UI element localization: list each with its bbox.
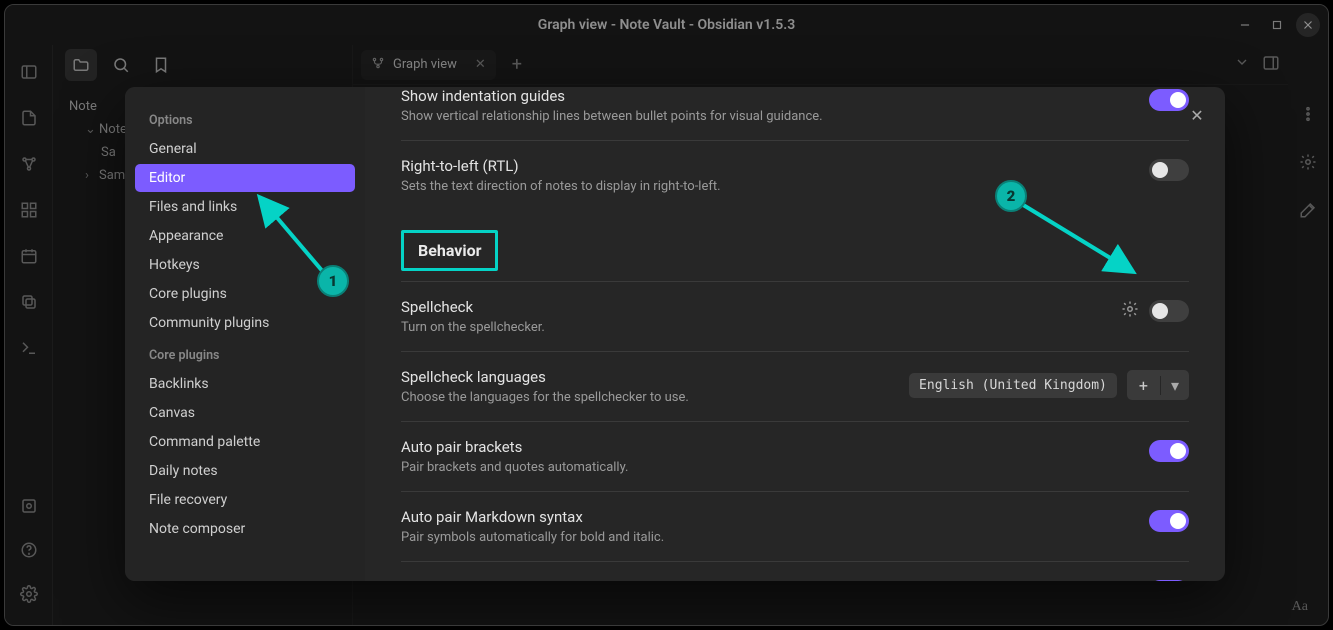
nav-files[interactable]: Files and links <box>135 193 355 221</box>
nav-appearance[interactable]: Appearance <box>135 222 355 250</box>
toggle-smart-indent[interactable] <box>1149 580 1189 581</box>
nav-file-recovery[interactable]: File recovery <box>135 486 355 514</box>
nav-command-palette[interactable]: Command palette <box>135 428 355 456</box>
spellcheck-gear-icon[interactable] <box>1121 300 1139 322</box>
setting-desc: Choose the languages for the spellchecke… <box>401 390 909 405</box>
toggle-rtl[interactable] <box>1149 159 1189 181</box>
toggle-indentation-guides[interactable] <box>1149 89 1189 111</box>
toggle-auto-pair-brackets[interactable] <box>1149 440 1189 462</box>
setting-smart-indent: Smart indent lists Automatically set ind… <box>401 561 1189 581</box>
setting-desc: Sets the text direction of notes to disp… <box>401 179 1149 194</box>
setting-spellcheck-languages: Spellcheck languages Choose the language… <box>401 351 1189 421</box>
annotation-callout-1: 1 <box>317 265 349 297</box>
setting-desc: Turn on the spellchecker. <box>401 320 1121 335</box>
settings-content[interactable]: ✕ Show indentation guides Show vertical … <box>365 87 1225 581</box>
setting-auto-pair-md: Auto pair Markdown syntax Pair symbols a… <box>401 491 1189 561</box>
nav-backlinks[interactable]: Backlinks <box>135 370 355 398</box>
setting-desc: Pair brackets and quotes automatically. <box>401 460 1149 475</box>
setting-auto-pair-brackets: Auto pair brackets Pair brackets and quo… <box>401 421 1189 491</box>
section-behavior: Behavior <box>401 230 498 271</box>
annotation-callout-2: 2 <box>995 180 1027 212</box>
setting-title: Auto pair Markdown syntax <box>401 508 1149 526</box>
language-add-dropdown[interactable]: + ▾ <box>1127 370 1189 400</box>
app-window: Graph view - Note Vault - Obsidian v1.5.… <box>4 4 1329 626</box>
chevron-down-icon: ▾ <box>1161 376 1189 395</box>
setting-desc: Show vertical relationship lines between… <box>401 109 1149 124</box>
setting-desc: Pair symbols automatically for bold and … <box>401 530 1149 545</box>
setting-title: Right-to-left (RTL) <box>401 157 1149 175</box>
setting-title: Spellcheck languages <box>401 368 909 386</box>
plus-icon: + <box>1127 376 1161 395</box>
setting-title: Smart indent lists <box>401 578 1149 581</box>
nav-header-options: Options <box>135 103 355 134</box>
setting-indentation-guides: Show indentation guides Show vertical re… <box>401 87 1189 140</box>
nav-header-core: Core plugins <box>135 338 355 369</box>
setting-title: Show indentation guides <box>401 87 1149 105</box>
nav-note-composer[interactable]: Note composer <box>135 515 355 543</box>
toggle-spellcheck[interactable] <box>1149 300 1189 322</box>
setting-title: Auto pair brackets <box>401 438 1149 456</box>
nav-daily-notes[interactable]: Daily notes <box>135 457 355 485</box>
settings-nav: Options General Editor Files and links A… <box>125 87 365 581</box>
settings-modal: Options General Editor Files and links A… <box>125 87 1225 581</box>
nav-general[interactable]: General <box>135 135 355 163</box>
nav-community-plugins[interactable]: Community plugins <box>135 309 355 337</box>
language-chip[interactable]: English (United Kingdom) <box>909 373 1117 398</box>
toggle-auto-pair-md[interactable] <box>1149 510 1189 532</box>
setting-rtl: Right-to-left (RTL) Sets the text direct… <box>401 140 1189 210</box>
nav-editor[interactable]: Editor <box>135 164 355 192</box>
setting-title: Spellcheck <box>401 298 1121 316</box>
nav-canvas[interactable]: Canvas <box>135 399 355 427</box>
setting-spellcheck: Spellcheck Turn on the spellchecker. <box>401 281 1189 351</box>
